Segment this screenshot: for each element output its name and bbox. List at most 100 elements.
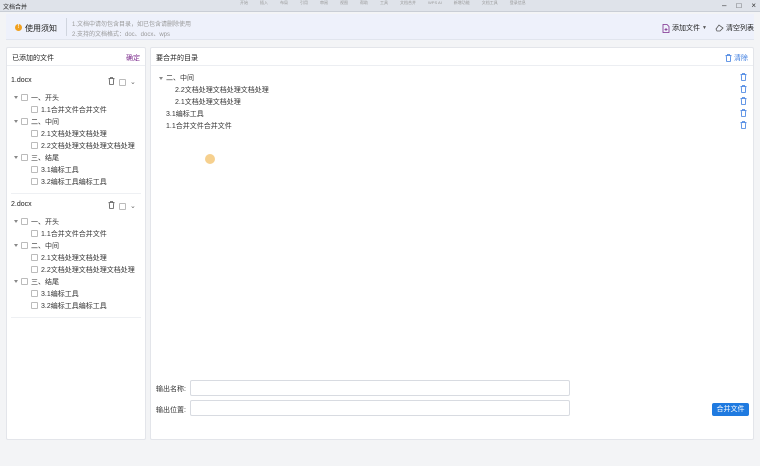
bg-menu-item: 插入: [260, 0, 268, 5]
bg-menu-item: WPS AI: [428, 0, 442, 5]
trash-icon[interactable]: [108, 201, 115, 211]
expand-arrow-icon[interactable]: [159, 76, 163, 80]
confirm-button[interactable]: 确定: [126, 53, 140, 63]
node-checkbox[interactable]: [21, 218, 28, 225]
node-label: 一、开头: [31, 218, 59, 226]
close-icon[interactable]: ×: [751, 1, 756, 11]
expand-arrow-icon[interactable]: [14, 280, 18, 283]
add-file-label: 添加文件: [672, 25, 700, 32]
tree-node[interactable]: 2.1文档处理文档处理: [31, 253, 107, 262]
node-checkbox[interactable]: [31, 106, 38, 113]
right-panel-title: 要合并的目录: [156, 55, 198, 62]
file-controls: ⌄: [108, 201, 136, 211]
chevron-down-icon[interactable]: ⌄: [130, 203, 136, 210]
delete-node-icon[interactable]: [740, 97, 748, 105]
right-panel-header: 要合并的目录 清除: [151, 48, 753, 66]
delete-node-icon[interactable]: [740, 109, 748, 117]
file-separator: [11, 317, 141, 318]
maximize-icon[interactable]: □: [736, 1, 741, 11]
tree-node[interactable]: 三、结尾: [14, 153, 59, 162]
tree-node[interactable]: 3.2编标工具编标工具: [31, 177, 107, 186]
file-controls: ⌄: [108, 77, 136, 87]
expand-arrow-icon[interactable]: [14, 96, 18, 99]
tree-node[interactable]: 3.1编标工具: [31, 165, 79, 174]
expand-arrow-icon[interactable]: [14, 156, 18, 159]
node-label: 3.2编标工具编标工具: [41, 178, 107, 186]
tree-node[interactable]: 1.1合并文件合并文件: [31, 229, 107, 238]
caret-down-icon: ▼: [702, 25, 707, 31]
merge-files-button[interactable]: 合并文件: [712, 403, 749, 416]
node-label: 1.1合并文件合并文件: [41, 230, 107, 238]
file-separator: [11, 193, 141, 194]
clear-button[interactable]: 清除: [725, 53, 748, 63]
output-name-input[interactable]: [190, 380, 570, 396]
expand-arrow-icon[interactable]: [14, 120, 18, 123]
tree-node[interactable]: 一、开头: [14, 217, 59, 226]
tree-node[interactable]: 三、结尾: [14, 277, 59, 286]
merge-tree-node[interactable]: 2.1文档处理文档处理: [175, 97, 241, 107]
left-panel-header: 已添加的文件 确定: [7, 48, 145, 66]
delete-node-icon[interactable]: [740, 121, 748, 129]
node-checkbox[interactable]: [21, 242, 28, 249]
minimize-icon[interactable]: –: [722, 1, 726, 11]
expand-arrow-icon[interactable]: [14, 220, 18, 223]
node-label: 3.1编标工具: [41, 166, 79, 174]
expand-arrow-icon[interactable]: [14, 244, 18, 247]
node-checkbox[interactable]: [21, 118, 28, 125]
tree-node[interactable]: 2.2文档处理文档处理文档处理: [31, 141, 135, 150]
node-checkbox[interactable]: [31, 142, 38, 149]
file-name: 2.docx: [11, 201, 32, 208]
node-checkbox[interactable]: [21, 278, 28, 285]
merge-tree-node[interactable]: 二、中间: [159, 73, 194, 83]
tree-node[interactable]: 2.1文档处理文档处理: [31, 129, 107, 138]
node-checkbox[interactable]: [31, 302, 38, 309]
add-file-button[interactable]: 添加文件 ▼: [662, 23, 707, 33]
node-checkbox[interactable]: [21, 94, 28, 101]
bg-menu-item: 布局: [280, 0, 288, 5]
clear-label: 清除: [734, 55, 748, 62]
node-label: 三、结尾: [31, 278, 59, 286]
merge-tree-node[interactable]: 1.1合并文件合并文件: [166, 121, 232, 131]
output-path-input[interactable]: [190, 400, 570, 416]
file-select-checkbox[interactable]: [119, 78, 126, 86]
node-checkbox[interactable]: [31, 230, 38, 237]
node-checkbox[interactable]: [31, 266, 38, 273]
node-checkbox[interactable]: [31, 290, 38, 297]
bg-menu-item: 帮助: [360, 0, 368, 5]
tree-node[interactable]: 3.1编标工具: [31, 289, 79, 298]
merge-node-label: 2.1文档处理文档处理: [175, 99, 241, 106]
tree-node[interactable]: 1.1合并文件合并文件: [31, 105, 107, 114]
bg-menu-item: 文档合并: [400, 0, 416, 5]
background-menu: 开始 插入 布局 引用 审阅 视图 帮助 工具 文档合并 WPS AI 新增功能 文档工具 登录信息: [240, 0, 526, 5]
node-label: 2.1文档处理文档处理: [41, 130, 107, 138]
node-checkbox[interactable]: [31, 166, 38, 173]
delete-node-icon[interactable]: [740, 85, 748, 93]
trash-icon[interactable]: [108, 77, 115, 87]
bg-menu-item: 工具: [380, 0, 388, 5]
node-checkbox[interactable]: [31, 178, 38, 185]
tree-node[interactable]: 2.2文档处理文档处理文档处理: [31, 265, 135, 274]
node-label: 3.2编标工具编标工具: [41, 302, 107, 310]
tree-node[interactable]: 二、中间: [14, 241, 59, 250]
merge-tree-node[interactable]: 3.1编标工具: [166, 109, 204, 119]
node-label: 三、结尾: [31, 154, 59, 162]
tree-node[interactable]: 3.2编标工具编标工具: [31, 301, 107, 310]
tree-node[interactable]: 一、开头: [14, 93, 59, 102]
bg-menu-item: 视图: [340, 0, 348, 5]
file-select-checkbox[interactable]: [119, 202, 126, 210]
usage-notice: ! 使用须知 1.文档中请勿包含目录，如已包含请删除使用 2.支持的文档格式：d…: [6, 14, 754, 40]
clear-list-button[interactable]: 清空列表: [715, 23, 754, 33]
bg-menu-item: 登录信息: [509, 0, 526, 5]
node-checkbox[interactable]: [31, 130, 38, 137]
bg-menu-item: 开始: [240, 0, 248, 5]
window-title: 文档合并: [3, 5, 28, 11]
merge-tree-node[interactable]: 2.2文档处理文档处理文档处理: [175, 85, 269, 95]
node-checkbox[interactable]: [31, 254, 38, 261]
chevron-down-icon[interactable]: ⌄: [130, 79, 136, 86]
merge-node-label: 二、中间: [166, 75, 194, 82]
notice-line-2: 2.支持的文档格式：doc、docx、wps: [72, 32, 171, 38]
delete-node-icon[interactable]: [740, 73, 748, 81]
file-name: 1.docx: [11, 77, 32, 84]
node-checkbox[interactable]: [21, 154, 28, 161]
tree-node[interactable]: 二、中间: [14, 117, 59, 126]
